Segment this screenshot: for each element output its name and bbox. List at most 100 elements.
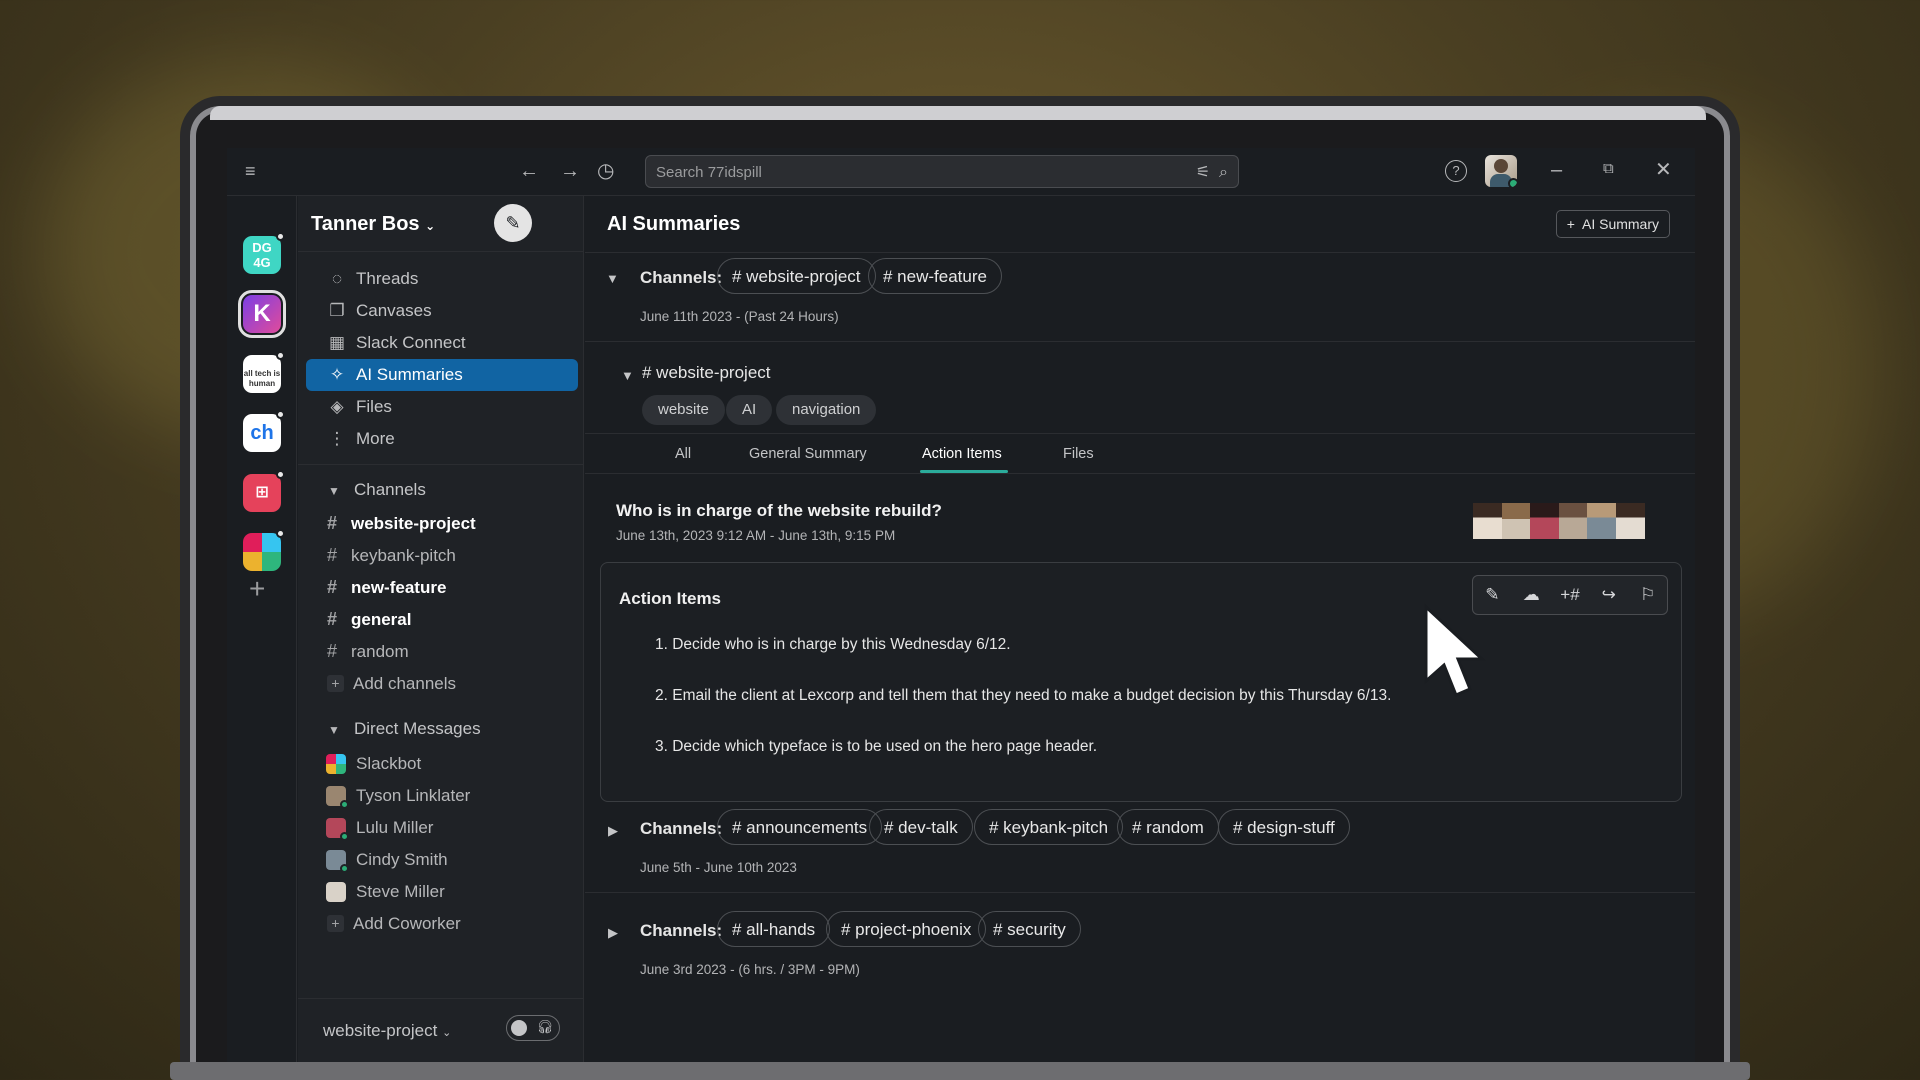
dm-item-cindy-smith[interactable]: Cindy Smith — [306, 845, 578, 875]
minimize-icon[interactable]: – — [1551, 160, 1562, 180]
cloud-download-icon[interactable]: ☁ — [1516, 580, 1546, 610]
topic-tag[interactable]: website — [642, 395, 725, 425]
hash-icon: # — [327, 577, 338, 597]
search-icon[interactable]: ⌕ — [1219, 164, 1228, 181]
workspace-header: Tanner Bos ⌄ ✎ — [298, 196, 584, 252]
sidebar-item-slack-connect[interactable]: ▦ Slack Connect — [306, 327, 578, 359]
sidebar-item-ai-summaries[interactable]: ✧ AI Summaries — [306, 359, 578, 391]
notification-dot — [276, 351, 285, 360]
tab-general-summary[interactable]: General Summary — [749, 446, 867, 462]
dm-item-lulu-miller[interactable]: Lulu Miller — [306, 813, 578, 843]
restore-window-icon[interactable]: ⧉ — [1603, 161, 1614, 176]
direct-messages-section-header[interactable]: ▼ Direct Messages — [328, 719, 481, 739]
mouse-cursor-icon — [1424, 603, 1486, 697]
compose-button[interactable]: ✎ — [494, 204, 532, 242]
channel-pill[interactable]: # random — [1117, 809, 1219, 845]
close-window-icon[interactable]: ✕ — [1655, 160, 1672, 180]
channel-item-general[interactable]: # general — [306, 605, 578, 635]
hamburger-menu-icon[interactable]: ≡ — [245, 162, 256, 180]
page-title: AI Summaries — [607, 213, 741, 235]
current-channel-dropdown[interactable]: website-project ⌄ — [323, 1021, 451, 1041]
huddle-toggle[interactable]: 🎧︎ — [506, 1015, 560, 1041]
caret-down-icon[interactable]: ▼ — [621, 368, 634, 383]
ai-summary-button[interactable]: + AI Summary — [1555, 210, 1670, 238]
channel-name: random — [351, 642, 409, 661]
hash-icon: # — [327, 545, 338, 565]
divider — [585, 341, 1695, 342]
sidebar-item-canvases[interactable]: ❐ Canvases — [306, 295, 578, 327]
sidebar-item-files[interactable]: ◈ Files — [306, 391, 578, 423]
avatar — [1501, 503, 1531, 539]
channel-pill[interactable]: # all-hands — [717, 911, 831, 947]
add-channel-icon[interactable]: +# — [1555, 580, 1585, 610]
group-channels-label: Channels: — [640, 268, 723, 287]
channel-pill[interactable]: # project-phoenix — [826, 911, 987, 947]
plus-icon: + — [1566, 216, 1575, 232]
action-items-card: Action Items ✎ ☁ +# ↪ ⚐ 1. Decide who is… — [600, 562, 1682, 802]
sidebar-item-more[interactable]: ⋮ More — [306, 423, 578, 455]
tab-all[interactable]: All — [675, 446, 691, 462]
share-icon[interactable]: ↪ — [1594, 580, 1624, 610]
search-input[interactable]: Search 77idspill ⚟ ⌕ — [645, 155, 1239, 188]
dm-item-slackbot[interactable]: Slackbot — [306, 749, 578, 779]
channel-item-new-feature[interactable]: # new-feature — [306, 573, 578, 603]
channel-pill[interactable]: # new-feature — [868, 258, 1002, 294]
history-clock-icon[interactable]: ◷ — [597, 161, 614, 181]
participant-avatars[interactable] — [1473, 503, 1645, 539]
channel-item-random[interactable]: # random — [306, 637, 578, 667]
laptop-bottom-bezel — [170, 1062, 1750, 1080]
channel-pill[interactable]: # design-stuff — [1218, 809, 1350, 845]
channel-pill[interactable]: # keybank-pitch — [974, 809, 1124, 845]
topic-tag[interactable]: navigation — [776, 395, 877, 425]
chevron-down-icon: ⌄ — [442, 1027, 452, 1039]
dm-name: Slackbot — [356, 754, 422, 773]
avatar — [1615, 503, 1645, 539]
divider — [585, 892, 1695, 893]
help-icon[interactable]: ? — [1445, 160, 1467, 182]
compose-icon: ✎ — [505, 213, 521, 233]
add-coworker-button[interactable]: + Add Coworker — [306, 909, 578, 939]
channel-item-website-project[interactable]: # website-project — [306, 509, 578, 539]
dm-item-tyson-linklater[interactable]: Tyson Linklater — [306, 781, 578, 811]
add-workspace-icon[interactable]: + — [249, 573, 265, 605]
add-channels-button[interactable]: + Add channels — [306, 669, 578, 699]
laptop-lid-edge — [210, 106, 1706, 120]
bookmark-icon[interactable]: ⚐ — [1633, 580, 1663, 610]
workspace-dg4g[interactable]: DG 4G — [243, 232, 285, 274]
workspace-colorful[interactable] — [243, 529, 285, 571]
user-avatar[interactable] — [1485, 155, 1517, 187]
dm-name: Steve Miller — [356, 882, 445, 901]
notification-dot — [276, 470, 285, 479]
topic-tag[interactable]: AI — [726, 395, 773, 425]
online-status-dot — [340, 832, 349, 841]
tab-action-items[interactable]: Action Items — [922, 446, 1002, 462]
forward-arrow-icon[interactable]: → — [560, 161, 580, 181]
sidebar-item-threads[interactable]: ◌ Threads — [306, 263, 578, 295]
sidebar-item-label: Files — [356, 397, 392, 416]
workspace-k[interactable]: K — [238, 290, 286, 338]
sidebar-item-label: Canvases — [356, 301, 432, 320]
caret-down-icon[interactable]: ▼ — [606, 271, 619, 286]
dm-item-steve-miller[interactable]: Steve Miller — [306, 877, 578, 907]
card-toolbar: ✎ ☁ +# ↪ ⚐ — [1472, 575, 1668, 615]
caret-right-icon[interactable]: ▶ — [608, 925, 618, 941]
group-date: June 11th 2023 - (Past 24 Hours) — [640, 309, 839, 324]
caret-right-icon[interactable]: ▶ — [608, 823, 618, 839]
tab-files[interactable]: Files — [1063, 446, 1094, 462]
workspace-name-dropdown[interactable]: Tanner Bos ⌄ — [311, 213, 435, 236]
back-arrow-icon[interactable]: ← — [519, 161, 539, 181]
channel-pill[interactable]: # security — [978, 911, 1081, 947]
plus-icon: + — [327, 915, 344, 932]
workspace-red[interactable]: ⊞ — [243, 470, 285, 512]
hash-icon: # — [327, 609, 338, 629]
workspace-ch[interactable]: ch — [243, 410, 285, 452]
channels-section-header[interactable]: ▼ Channels — [328, 480, 426, 500]
card-title: Action Items — [619, 589, 722, 608]
channel-pill[interactable]: # dev-talk — [869, 809, 973, 845]
filter-sliders-icon[interactable]: ⚟ — [1196, 164, 1210, 181]
channel-pill[interactable]: # announcements — [717, 809, 883, 845]
channel-item-keybank-pitch[interactable]: # keybank-pitch — [306, 541, 578, 571]
channel-pill[interactable]: # website-project — [717, 258, 876, 294]
threads-icon: ◌ — [331, 269, 343, 288]
workspace-all-tech-is-human[interactable]: all tech is human — [243, 351, 285, 393]
